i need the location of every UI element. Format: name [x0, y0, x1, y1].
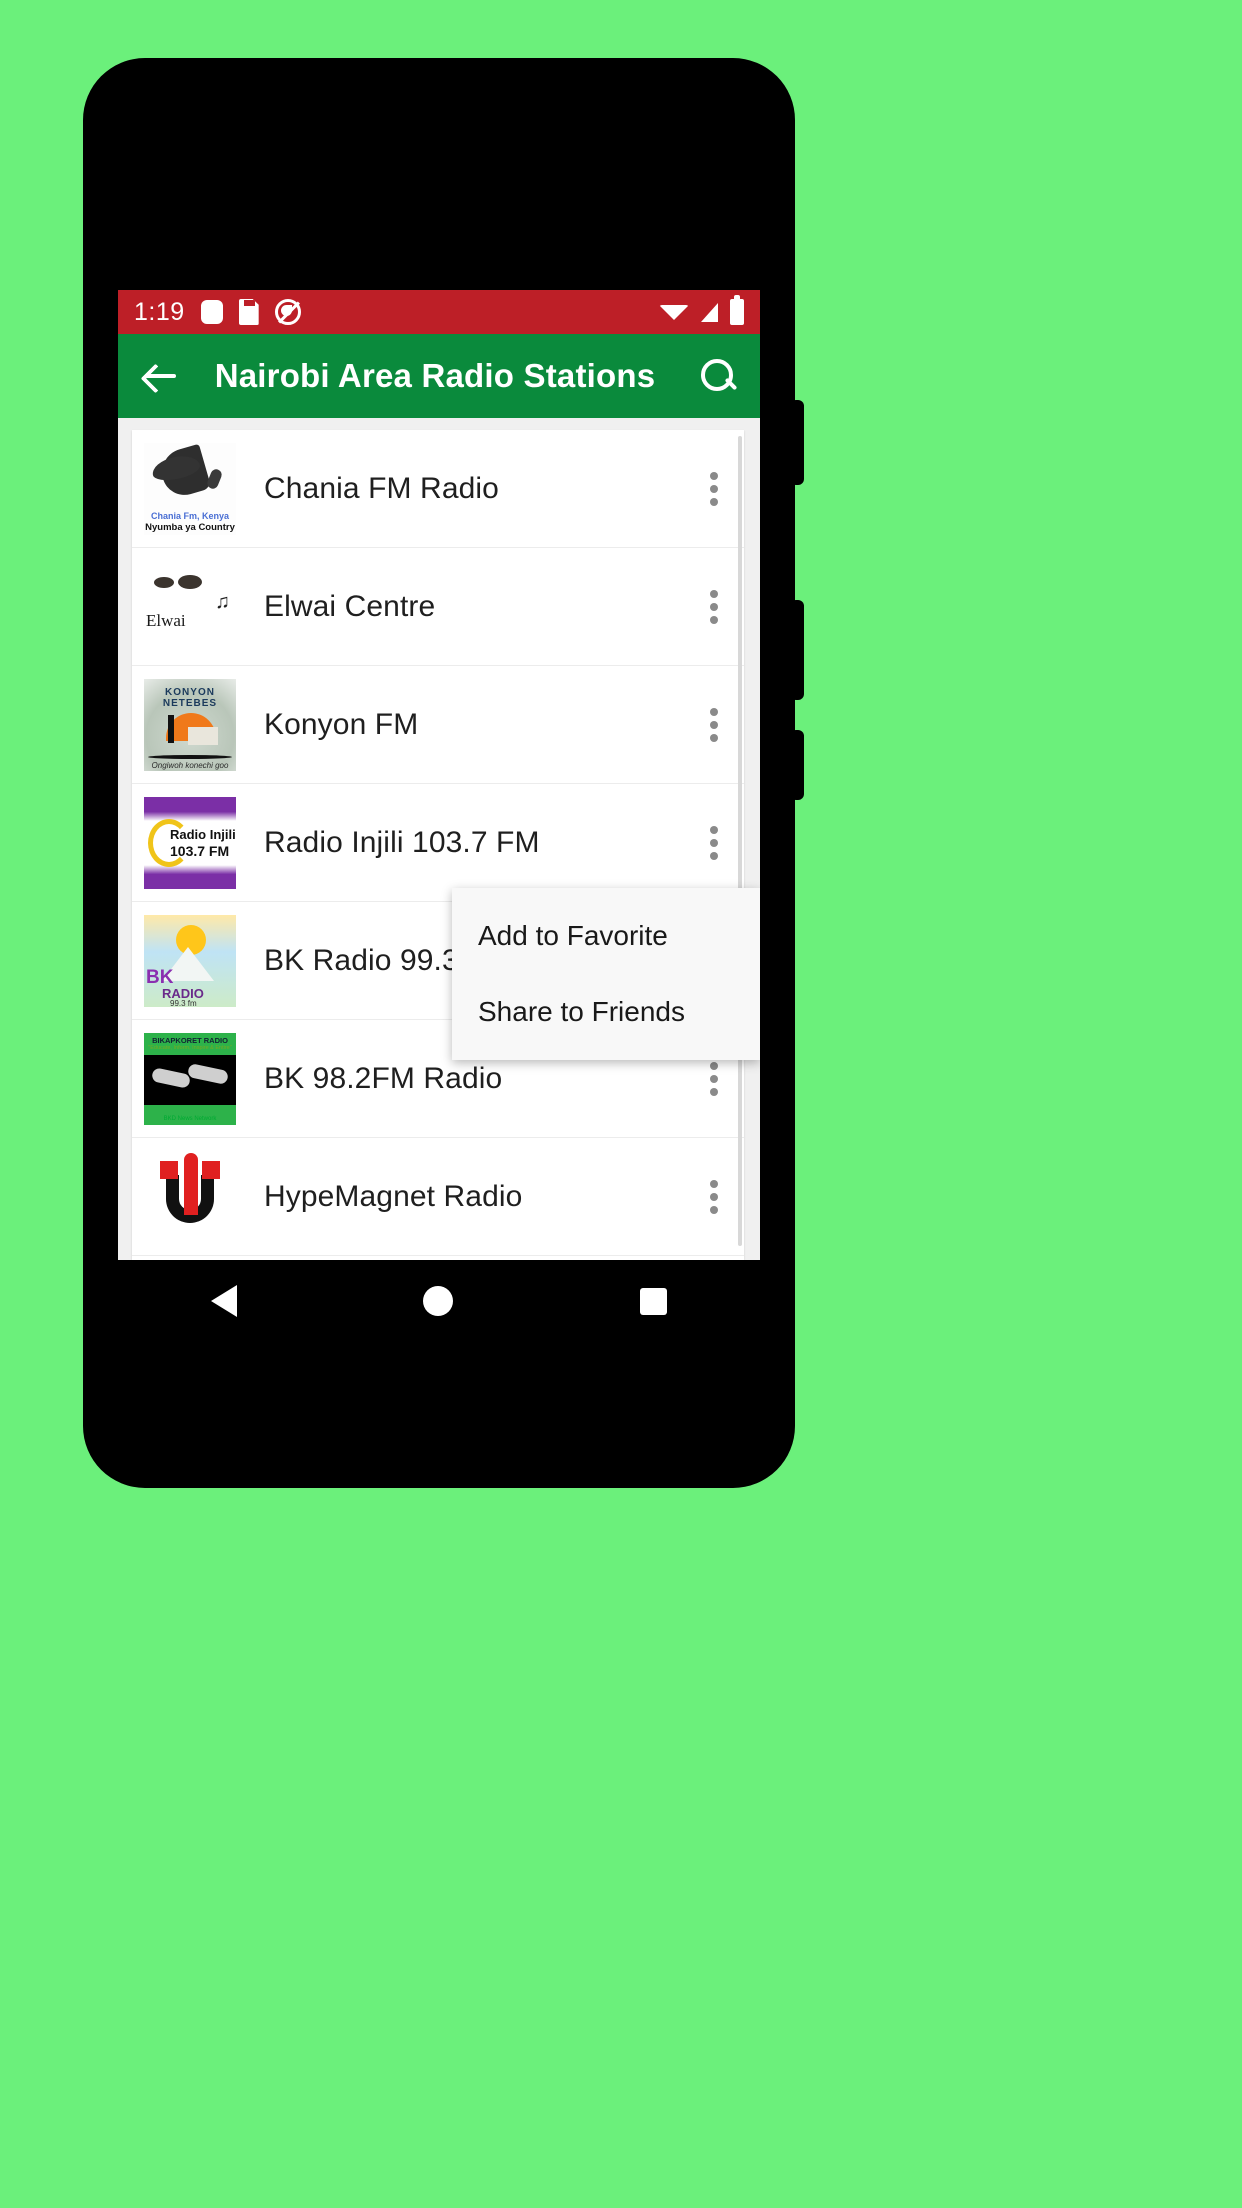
station-name: Radio Injili 103.7 FM [264, 825, 540, 859]
logo-subcaption: Ongiwoh konechi goo [151, 760, 229, 770]
volume-up-button[interactable] [790, 400, 804, 485]
logo-caption: Chania Fm, Kenya [150, 510, 230, 521]
power-button[interactable] [790, 730, 804, 800]
wifi-icon [659, 304, 689, 320]
table-row[interactable]: Chania Fm, Kenya Nyumba ya Country Chani… [132, 430, 744, 548]
table-row[interactable]: KONYON NETEBES Ongiwoh konechi goo Konyo… [132, 666, 744, 784]
android-nav-bar [118, 1260, 760, 1342]
list-scrollbar[interactable] [738, 436, 742, 1246]
logo-caption: Radio Injili [170, 826, 236, 842]
kebab-menu-icon[interactable] [710, 585, 718, 629]
signal-icon [701, 302, 718, 322]
battery-icon [730, 295, 744, 325]
home-nav-icon[interactable] [423, 1286, 454, 1316]
radio-injili-logo: Radio Injili 103.7 FM [144, 796, 236, 889]
music-note-icon: ♫ [215, 590, 230, 613]
menu-item-add-to-favorite[interactable]: Add to Favorite [452, 898, 760, 974]
back-arrow-icon[interactable] [140, 355, 182, 397]
table-row[interactable]: Radio Injili 103.7 FM Radio Injili 103.7… [132, 784, 744, 902]
chania-fm-logo: Chania Fm, Kenya Nyumba ya Country [144, 442, 236, 535]
kebab-menu-icon[interactable] [710, 1175, 718, 1219]
station-name: Konyon FM [264, 707, 419, 741]
kebab-menu-icon[interactable] [710, 821, 718, 865]
search-icon[interactable] [698, 356, 738, 396]
logo-caption: BIKAPKORET RADIO [152, 1035, 228, 1045]
location-off-icon [274, 299, 301, 325]
status-bar-right [659, 295, 744, 325]
logo-footer: BKD News Network [163, 1115, 217, 1122]
station-list-container: Chania Fm, Kenya Nyumba ya Country Chani… [118, 418, 760, 1260]
elwai-logo: Elwai ♫ [144, 560, 236, 653]
logo-subcaption: "Educate, Inform, Inspire & Entire" [148, 1044, 232, 1051]
logo-frequency: 99.3 fm [170, 998, 197, 1007]
phone-screen: 1:19 Nairobi Area Radio Stations Chania … [118, 290, 760, 1260]
kebab-menu-icon[interactable] [710, 1057, 718, 1101]
sd-card-icon [238, 299, 259, 325]
status-bar-left: 1:19 [134, 298, 301, 327]
hypemagnet-logo [144, 1150, 236, 1243]
recents-nav-icon[interactable] [639, 1287, 667, 1315]
station-name: Chania FM Radio [264, 471, 499, 505]
logo-subcaption: Nyumba ya Country [145, 521, 235, 533]
konyon-fm-logo: KONYON NETEBES Ongiwoh konechi goo [144, 678, 236, 771]
status-time: 1:19 [134, 297, 185, 326]
bk-98-logo: BIKAPKORET RADIO "Educate, Inform, Inspi… [144, 1032, 236, 1125]
back-nav-icon[interactable] [211, 1285, 238, 1317]
station-name: BK 98.2FM Radio [264, 1061, 503, 1095]
table-row[interactable]: Elwai ♫ Elwai Centre [132, 548, 744, 666]
volume-down-button[interactable] [790, 600, 804, 700]
sim-card-icon [200, 300, 223, 324]
app-bar: Nairobi Area Radio Stations [118, 334, 760, 418]
page-root: 1:19 Nairobi Area Radio Stations Chania … [0, 0, 1242, 2208]
kebab-menu-icon[interactable] [710, 467, 718, 511]
logo-caption: KONYON NETEBES [162, 686, 218, 709]
station-list-card: Chania Fm, Kenya Nyumba ya Country Chani… [132, 430, 744, 1260]
kebab-menu-icon[interactable] [710, 703, 718, 747]
menu-item-share-to-friends[interactable]: Share to Friends [452, 974, 760, 1050]
context-menu: Add to Favorite Share to Friends [452, 888, 760, 1060]
table-row[interactable]: HypeMagnet Radio [132, 1138, 744, 1256]
page-title: Nairobi Area Radio Stations [214, 357, 656, 394]
station-name: Elwai Centre [264, 589, 436, 623]
logo-caption: Elwai [146, 610, 186, 630]
logo-subcaption: 103.7 FM [170, 842, 230, 859]
bk-radio-logo: BK RADIO 99.3 fm [144, 914, 236, 1007]
station-name: HypeMagnet Radio [264, 1179, 523, 1213]
status-bar: 1:19 [118, 290, 760, 334]
